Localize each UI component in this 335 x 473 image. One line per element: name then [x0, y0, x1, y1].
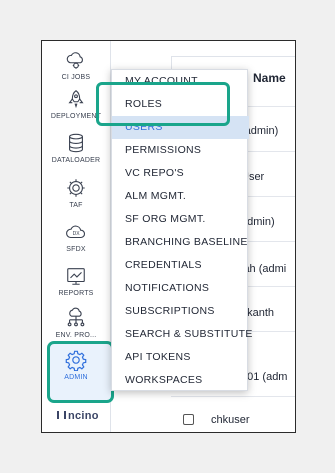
menu-item-search-substitute[interactable]: SEARCH & SUBSTITUTE: [112, 323, 252, 346]
sidebar-item-env-pro[interactable]: ENV. PRO...: [42, 307, 110, 355]
gear-icon: [67, 179, 85, 197]
ncino-logo-mark-icon: [57, 411, 66, 419]
sidebar-item-taf[interactable]: TAF: [42, 177, 110, 225]
menu-item-alm-mgmt[interactable]: ALM MGMT.: [112, 185, 249, 208]
database-icon: [69, 133, 83, 153]
menu-item-permissions[interactable]: PERMISSIONS: [112, 139, 249, 162]
menu-item-subscriptions[interactable]: SUBSCRIPTIONS: [112, 300, 249, 323]
sidebar-item-label: ENV. PRO...: [55, 332, 97, 339]
sidebar-item-label: ADMIN: [64, 374, 88, 381]
sidebar-item-label: DATALOADER: [51, 157, 101, 164]
report-chart-icon: [67, 268, 85, 285]
menu-item-workspaces[interactable]: WORKSPACES: [112, 369, 249, 392]
admin-gear-icon: [65, 350, 87, 371]
cloud-gear-icon: [66, 52, 83, 69]
sidebar-item-label: TAF: [69, 202, 83, 209]
ncino-logo: ncino: [57, 410, 99, 422]
sidebar-item-reports[interactable]: REPORTS: [42, 265, 110, 313]
row-checkbox[interactable]: [183, 414, 194, 425]
menu-item-api-tokens[interactable]: API TOKENS: [112, 346, 249, 369]
sidebar-item-sfdx[interactable]: DX SFDX: [42, 221, 110, 269]
menu-item-branching-baseline[interactable]: BRANCHING BASELINE: [112, 231, 249, 254]
sidebar-item-dataloader[interactable]: DATALOADER: [42, 132, 110, 180]
sidebar-item-label: DEPLOYMENT: [50, 113, 102, 120]
sidebar-item-admin[interactable]: ADMIN: [42, 349, 110, 397]
brand-name: ncino: [68, 410, 99, 422]
rocket-icon: [68, 90, 84, 109]
sidebar-item-label: CI JOBS: [61, 74, 91, 81]
roles-highlight-box: [96, 82, 230, 126]
menu-item-vc-repos[interactable]: VC REPO'S: [112, 162, 249, 185]
menu-item-credentials[interactable]: CREDENTIALS: [112, 254, 249, 277]
sidebar-item-label: REPORTS: [58, 290, 94, 297]
menu-item-notifications[interactable]: NOTIFICATIONS: [112, 277, 249, 300]
dx-cloud-icon: DX: [66, 225, 86, 239]
column-header-name[interactable]: Name: [253, 71, 286, 85]
table-cell: chkuser: [211, 414, 250, 426]
sidebar-item-label: SFDX: [66, 246, 86, 253]
menu-item-sf-org-mgmt[interactable]: SF ORG MGMT.: [112, 208, 249, 231]
network-icon: [67, 307, 85, 327]
svg-text:DX: DX: [73, 231, 81, 237]
